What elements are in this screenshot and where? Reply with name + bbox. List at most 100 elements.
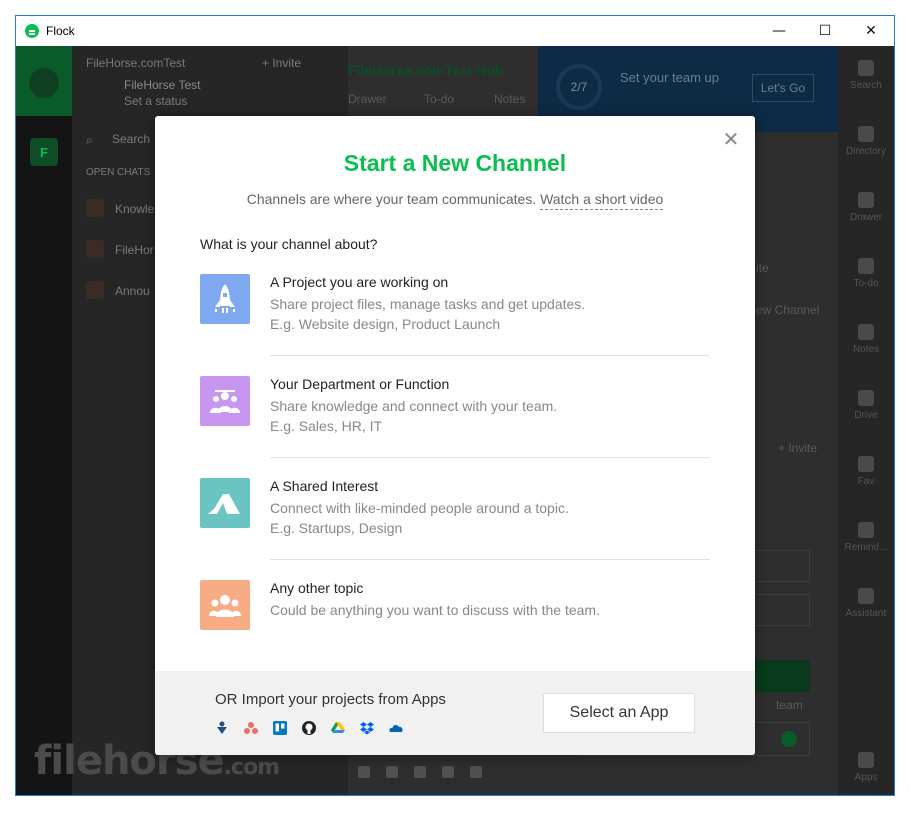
poll-icon (442, 766, 454, 778)
hub-title: FileHorse.comTest Hub (348, 62, 504, 78)
google-drive-icon (331, 721, 345, 735)
bg-fragment: + Invite (778, 441, 818, 455)
option-interest[interactable]: A Shared Interest Connect with like-mind… (200, 478, 710, 578)
open-chats-heading: OPEN CHATS (86, 167, 151, 178)
divider (270, 559, 710, 560)
tent-icon (200, 478, 250, 528)
option-description: Share knowledge and connect with your te… (270, 398, 558, 414)
star-icon (858, 456, 874, 472)
option-example: E.g. Sales, HR, IT (270, 418, 383, 434)
option-description: Connect with like-minded people around a… (270, 500, 569, 516)
clock-icon (858, 522, 874, 538)
maximize-button[interactable]: ☐ (802, 16, 848, 46)
chat-item[interactable]: Knowle (115, 202, 154, 216)
trello-icon (273, 721, 287, 735)
search-icon: ⌕ (86, 133, 93, 147)
team-rail: F (16, 46, 72, 795)
chat-avatar (86, 199, 104, 217)
rb-directory[interactable]: Directory (838, 126, 894, 157)
user-status[interactable]: Set a status (124, 94, 187, 108)
rb-apps[interactable]: Apps (838, 752, 894, 783)
setup-progress: 2/7 (556, 64, 602, 110)
drive-icon (858, 390, 874, 406)
asana-icon (244, 721, 258, 735)
composer-icons (358, 766, 482, 778)
invite-link[interactable]: + Invite (262, 56, 301, 70)
rb-assistant[interactable]: Assistant (838, 588, 894, 619)
chat-item[interactable]: Annou (115, 284, 150, 298)
todo-icon (858, 258, 874, 274)
chat-avatar (86, 240, 104, 258)
option-example: E.g. Startups, Design (270, 520, 403, 536)
import-text: OR Import your projects from Apps (215, 691, 446, 708)
flock-logo-icon (29, 68, 59, 98)
bg-fragment: ew Channel (756, 303, 820, 317)
option-example: E.g. Website design, Product Launch (270, 316, 501, 332)
option-department[interactable]: Your Department or Function Share knowle… (200, 376, 710, 476)
option-description: Share project files, manage tasks and ge… (270, 296, 586, 312)
lets-go-button[interactable]: Let's Go (752, 74, 814, 102)
attach-icon (358, 766, 370, 778)
rb-todo[interactable]: To-do (838, 258, 894, 289)
watch-video-link[interactable]: Watch a short video (540, 191, 664, 210)
setup-text: Set your team up (620, 70, 719, 85)
bg-fragment: team (776, 698, 803, 712)
flock-window: Flock — ☐ ✕ F FileHorse.comTest + Invite… (15, 15, 895, 796)
select-app-button[interactable]: Select an App (543, 693, 695, 733)
rb-drawer[interactable]: Drawer (838, 192, 894, 223)
minimize-button[interactable]: — (756, 16, 802, 46)
close-window-button[interactable]: ✕ (848, 16, 894, 46)
sidebar-search[interactable]: Search (112, 132, 150, 146)
channel-question: What is your channel about? (200, 236, 378, 252)
app-body: F FileHorse.comTest + Invite FileHorse T… (16, 46, 894, 795)
chat-item[interactable]: FileHor (115, 243, 154, 257)
user-name: FileHorse Test (124, 78, 201, 92)
search-icon (858, 60, 874, 76)
divider (270, 457, 710, 458)
new-channel-modal: ✕ Start a New Channel Channels are where… (155, 116, 755, 755)
onedrive-icon (389, 721, 403, 735)
flock-app-icon (25, 24, 39, 38)
github-icon (302, 721, 316, 735)
wand-icon (858, 588, 874, 604)
bg-fragment: ite (756, 261, 769, 275)
rb-notes[interactable]: Notes (838, 324, 894, 355)
rocket-icon (200, 274, 250, 324)
group-meeting-icon (200, 376, 250, 426)
note-icon (414, 766, 426, 778)
import-footer: OR Import your projects from Apps Select… (155, 671, 755, 755)
tab-drawer[interactable]: Drawer (348, 92, 387, 106)
import-app-icons (215, 721, 403, 735)
divider (270, 355, 710, 356)
modal-title: Start a New Channel (343, 150, 567, 176)
option-title: Your Department or Function (270, 376, 450, 392)
window-title: Flock (46, 24, 75, 38)
modal-subtitle: Channels are where your team communicate… (155, 191, 755, 210)
close-modal-button[interactable]: ✕ (722, 128, 740, 150)
chat-avatar (86, 281, 104, 299)
drawer-icon (858, 192, 874, 208)
people-icon (200, 580, 250, 630)
rb-drive[interactable]: Drive (838, 390, 894, 421)
team-name: FileHorse.comTest (86, 56, 186, 70)
right-toolbar: Search Directory Drawer To-do Notes Driv… (838, 46, 894, 795)
option-project[interactable]: A Project you are working on Share proje… (200, 274, 710, 374)
dropbox-icon (360, 721, 374, 735)
tab-notes[interactable]: Notes (494, 92, 525, 106)
option-other[interactable]: Any other topic Could be anything you wa… (200, 580, 710, 680)
jira-icon (215, 721, 229, 735)
directory-icon (858, 126, 874, 142)
apps-grid-icon (858, 752, 874, 768)
rb-search[interactable]: Search (838, 60, 894, 91)
notes-icon (858, 324, 874, 340)
rb-fav[interactable]: Fav (838, 456, 894, 487)
option-title: A Shared Interest (270, 478, 379, 494)
rb-remind[interactable]: Remind... (838, 522, 894, 553)
team-switcher[interactable]: F (30, 138, 58, 166)
code-icon (386, 766, 398, 778)
tab-todo[interactable]: To-do (424, 92, 454, 106)
window-controls: — ☐ ✕ (756, 16, 894, 46)
option-title: A Project you are working on (270, 274, 449, 290)
option-description: Could be anything you want to discuss wi… (270, 602, 600, 618)
option-title: Any other topic (270, 580, 364, 596)
